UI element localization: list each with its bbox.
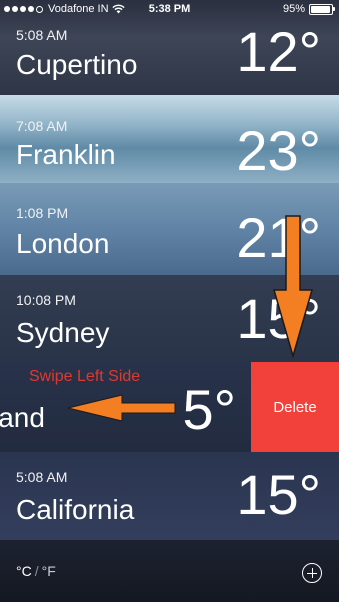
- city-temperature: 15°: [236, 463, 321, 526]
- city-temperature: 21°: [236, 206, 321, 269]
- city-local-time: 10:08 PM: [16, 292, 76, 308]
- annotation-text: Swipe Left Side: [29, 368, 141, 385]
- city-temperature: 12°: [236, 20, 321, 83]
- status-bar: Vodafone IN 5:38 PM 95%: [0, 0, 339, 20]
- fahrenheit-label: °F: [41, 563, 56, 579]
- city-temperature: 15°: [236, 287, 321, 350]
- city-row-sydney[interactable]: 10:08 PM Sydney 15°: [0, 275, 339, 362]
- status-right: 95%: [282, 3, 335, 15]
- city-name: land: [0, 402, 45, 433]
- celsius-label: °C: [16, 563, 32, 579]
- city-local-time: 1:08 PM: [16, 205, 69, 221]
- add-icon[interactable]: [302, 563, 322, 583]
- battery-icon: [309, 3, 335, 15]
- city-local-time: 5:08 AM: [16, 469, 68, 485]
- city-row-franklin[interactable]: 7:08 AM Franklin 23°: [0, 95, 339, 183]
- unit-toggle[interactable]: °C / °F: [16, 563, 56, 579]
- footer-toolbar: °C / °F: [0, 540, 339, 602]
- city-temperature: 23°: [236, 119, 321, 182]
- city-row-california[interactable]: 5:08 AM California 15°: [0, 452, 339, 540]
- battery-fill: [311, 5, 330, 13]
- city-name: California: [16, 494, 135, 525]
- city-name: Franklin: [16, 139, 116, 170]
- city-name: Sydney: [16, 317, 110, 348]
- city-local-time: 7:08 AM: [16, 118, 68, 134]
- city-temperature: 5°: [182, 378, 236, 441]
- delete-button[interactable]: Delete: [251, 362, 339, 452]
- city-name: London: [16, 228, 110, 259]
- city-name: Cupertino: [16, 49, 138, 80]
- city-row-london[interactable]: 1:08 PM London 21°: [0, 183, 339, 275]
- city-local-time: 5:08 AM: [16, 27, 68, 43]
- unit-separator: /: [34, 563, 39, 579]
- battery-percent: 95%: [282, 3, 305, 15]
